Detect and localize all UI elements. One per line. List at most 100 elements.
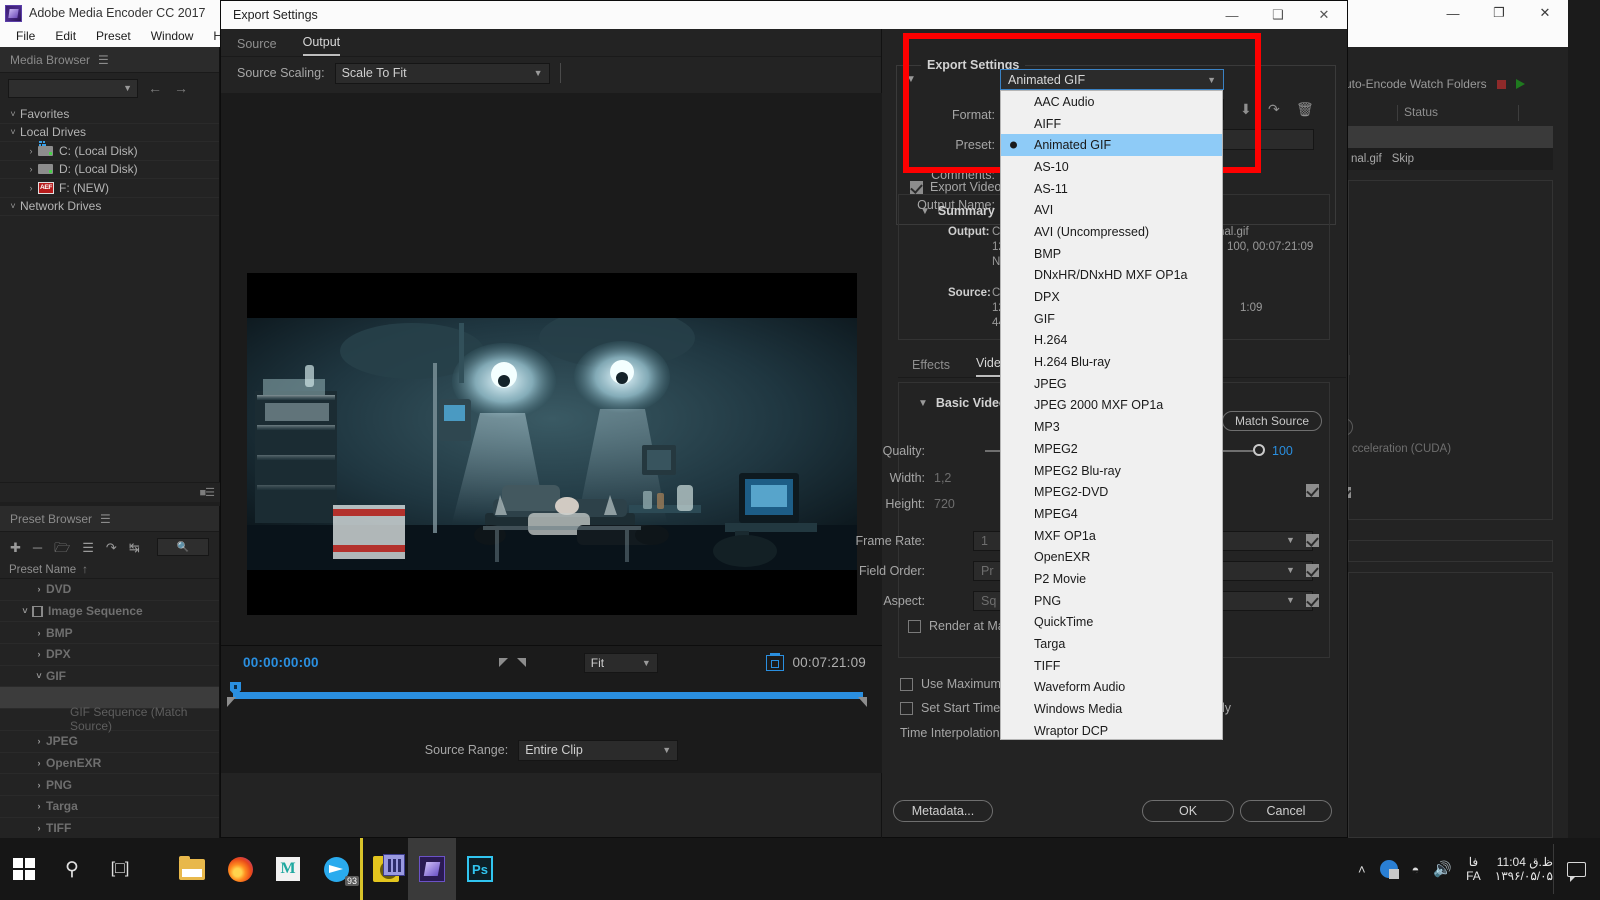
dropdown-item-mp3[interactable]: MP3: [1001, 416, 1222, 438]
maximize-button[interactable]: ❑: [1255, 2, 1301, 28]
chevron-down-icon[interactable]: ˅: [32, 671, 46, 681]
new-folder-icon[interactable]: 🗁: [54, 541, 70, 554]
dropdown-item-mpeg2-blu-ray[interactable]: MPEG2 Blu-ray: [1001, 460, 1222, 482]
frame-rate-link-checkbox[interactable]: [1306, 534, 1319, 547]
taskbar-app-maya[interactable]: M: [264, 838, 312, 900]
use-maximum-render-checkbox[interactable]: [900, 677, 913, 691]
preset-row-bmp[interactable]: › BMP: [0, 622, 219, 645]
notification-icon[interactable]: [1567, 861, 1586, 882]
preset-column-header[interactable]: Preset Name ↑: [0, 562, 219, 579]
tree-item-network-drives[interactable]: ˅ Network Drives: [0, 198, 219, 216]
import-preset-icon[interactable]: ↷: [106, 541, 117, 554]
chevron-right-icon[interactable]: ›: [32, 628, 46, 638]
dropdown-item-aac-audio[interactable]: AAC Audio: [1001, 91, 1222, 113]
preset-row-png[interactable]: › PNG: [0, 774, 219, 796]
chevron-right-icon[interactable]: ›: [24, 164, 38, 174]
quality-value[interactable]: 100: [1272, 444, 1293, 458]
chevron-down-icon[interactable]: ˅: [6, 201, 20, 211]
crop-output-icon[interactable]: [765, 652, 784, 671]
source-range-dropdown[interactable]: Entire Clip ▼: [518, 739, 679, 761]
onedrive-icon[interactable]: [1379, 860, 1399, 879]
save-preset-icon[interactable]: ⬇: [1240, 101, 1252, 118]
ok-button[interactable]: OK: [1142, 800, 1234, 822]
dropdown-item-openexr[interactable]: OpenEXR: [1001, 546, 1222, 568]
menu-preset[interactable]: Preset: [86, 26, 141, 47]
path-dropdown[interactable]: ▼: [8, 78, 138, 98]
chevron-up-icon[interactable]: ˄: [1358, 862, 1366, 877]
chevron-right-icon[interactable]: ›: [32, 736, 46, 746]
dropdown-item-h264-blu-ray[interactable]: H.264 Blu-ray: [1001, 351, 1222, 373]
tree-item-drive-d[interactable]: › D: (Local Disk): [0, 161, 219, 179]
chevron-right-icon[interactable]: ›: [32, 801, 46, 811]
chevron-right-icon[interactable]: ›: [32, 758, 46, 768]
dropdown-item-aiff[interactable]: AIFF: [1001, 113, 1222, 135]
metadata-button[interactable]: Metadata...: [893, 800, 993, 822]
dropdown-item-targa[interactable]: Targa: [1001, 633, 1222, 655]
chevron-down-icon[interactable]: ˅: [6, 109, 20, 119]
scrub-bar[interactable]: [221, 681, 882, 711]
dropdown-item-jpeg-2000-mxf-op1a[interactable]: JPEG 2000 MXF OP1a: [1001, 395, 1222, 417]
render-max-depth-row[interactable]: Render at Maxi: [908, 619, 1014, 633]
preset-row-image-sequence[interactable]: ˅ Image Sequence: [0, 601, 219, 623]
tree-item-favorites[interactable]: ˅ Favorites: [0, 105, 219, 124]
minimize-button[interactable]: —: [1209, 2, 1255, 28]
step-back-icon[interactable]: [498, 658, 508, 667]
chevron-down-icon[interactable]: ▼: [906, 74, 916, 85]
tab-output[interactable]: Output: [302, 35, 341, 56]
format-dropdown-list[interactable]: AAC Audio AIFF Animated GIF AS-10 AS-11 …: [1000, 90, 1223, 740]
chevron-down-icon[interactable]: ˅: [6, 127, 20, 137]
dropdown-item-as-11[interactable]: AS-11: [1001, 178, 1222, 200]
close-button[interactable]: ✕: [1301, 2, 1347, 28]
export-video-row[interactable]: Export Video: [910, 180, 1001, 194]
dropdown-item-png[interactable]: PNG: [1001, 590, 1222, 612]
aspect-link-checkbox[interactable]: [1306, 594, 1319, 607]
delete-preset-icon[interactable]: ─: [33, 541, 42, 554]
taskbar-app-media-encoder[interactable]: [360, 838, 408, 900]
scrub-track[interactable]: [233, 692, 863, 699]
menu-window[interactable]: Window: [141, 26, 204, 47]
chevron-right-icon[interactable]: ›: [32, 823, 46, 833]
queue-row-selected[interactable]: [1345, 126, 1553, 148]
tab-effects[interactable]: Effects: [912, 358, 950, 377]
tree-item-drive-c[interactable]: › C: (Local Disk): [0, 140, 219, 161]
hamburger-icon[interactable]: ☰: [100, 512, 111, 526]
preset-row-dpx[interactable]: › DPX: [0, 644, 219, 666]
dropdown-item-h264[interactable]: H.264: [1001, 330, 1222, 352]
clock[interactable]: 11:04 ظ.ق ۱۳۹۶/۰۵/۰۵: [1495, 855, 1553, 883]
taskbar-app-firefox[interactable]: [216, 838, 264, 900]
close-button[interactable]: ✕: [1522, 0, 1568, 26]
match-source-button[interactable]: Match Source: [1222, 411, 1322, 431]
settings-icon[interactable]: ☰: [82, 541, 94, 554]
chevron-right-icon[interactable]: ›: [32, 780, 46, 790]
volume-icon[interactable]: 🔊: [1433, 860, 1452, 878]
back-icon[interactable]: ←: [146, 80, 164, 96]
preset-row-targa[interactable]: › Targa: [0, 796, 219, 818]
preset-row-gif[interactable]: ˅ GIF: [0, 666, 219, 688]
link-dimensions-checkbox[interactable]: [1306, 484, 1319, 497]
preset-row-openexr[interactable]: › OpenEXR: [0, 753, 219, 775]
preset-row-dvd[interactable]: › DVD: [0, 579, 219, 601]
chevron-right-icon[interactable]: ›: [32, 649, 46, 659]
search-icon[interactable]: 🔍: [157, 538, 209, 556]
task-view-button[interactable]: [□]: [96, 838, 144, 900]
wifi-icon[interactable]: ◓: [1412, 862, 1420, 877]
taskbar-app-file-explorer[interactable]: [168, 838, 216, 900]
chevron-down-icon[interactable]: ▼: [920, 206, 930, 217]
tab-source[interactable]: Source: [237, 37, 277, 56]
video-preview[interactable]: [247, 273, 857, 615]
dropdown-item-jpeg[interactable]: JPEG: [1001, 373, 1222, 395]
taskbar-app-photoshop[interactable]: Ps: [456, 838, 504, 900]
preset-row-tiff[interactable]: › TIFF: [0, 818, 219, 840]
dropdown-item-mpeg2-dvd[interactable]: MPEG2-DVD: [1001, 481, 1222, 503]
current-timecode[interactable]: 00:00:00:00: [243, 655, 319, 670]
zoom-level-dropdown[interactable]: Fit ▼: [583, 652, 658, 673]
quality-slider-knob[interactable]: [1253, 444, 1265, 456]
minimize-button[interactable]: —: [1430, 0, 1476, 26]
preset-row-jpeg[interactable]: › JPEG: [0, 731, 219, 753]
preset-row-gif-sequence-match-source[interactable]: GIF Sequence (Match Source): [0, 705, 219, 733]
queue-row[interactable]: nal.gif Skip: [1345, 148, 1553, 170]
chevron-right-icon[interactable]: ›: [24, 146, 38, 156]
dropdown-item-animated-gif[interactable]: Animated GIF: [1001, 134, 1222, 157]
new-preset-icon[interactable]: ✚: [10, 541, 21, 554]
dropdown-item-as-10[interactable]: AS-10: [1001, 156, 1222, 178]
